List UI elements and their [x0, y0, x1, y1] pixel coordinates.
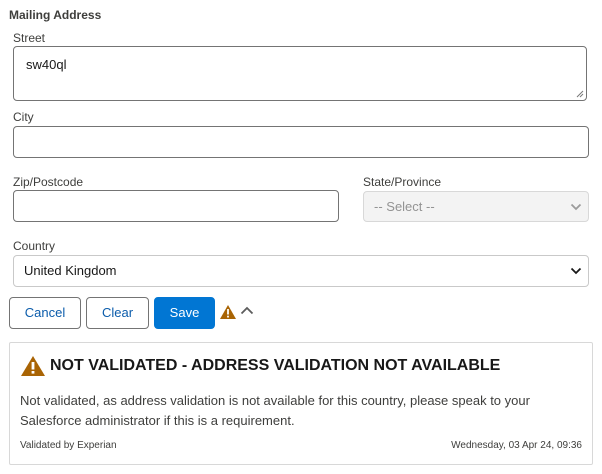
warning-icon	[21, 356, 45, 376]
state-selected-value: -- Select --	[374, 199, 435, 214]
warning-icon[interactable]	[219, 304, 237, 320]
country-select[interactable]: United Kingdom	[13, 255, 589, 287]
chevron-down-icon	[570, 267, 582, 275]
save-button[interactable]: Save	[154, 297, 215, 329]
cancel-button[interactable]: Cancel	[9, 297, 81, 329]
country-label: Country	[13, 239, 56, 253]
street-label: Street	[13, 31, 46, 45]
clear-button[interactable]: Clear	[86, 297, 149, 329]
chevron-down-icon	[570, 203, 582, 210]
validation-message: Not validated, as address validation is …	[20, 393, 530, 428]
validation-timestamp: Wednesday, 03 Apr 24, 09:36	[451, 440, 582, 451]
city-label: City	[13, 110, 34, 124]
chevron-up-icon[interactable]	[240, 306, 254, 315]
street-textarea[interactable]: sw40ql	[13, 46, 587, 101]
validated-by-text: Validated by Experian	[20, 440, 117, 451]
country-selected-value: United Kingdom	[24, 263, 117, 278]
zip-input[interactable]	[13, 190, 339, 222]
zip-label: Zip/Postcode	[13, 175, 84, 189]
resize-grip-icon[interactable]	[576, 90, 584, 98]
section-title: Mailing Address	[9, 8, 102, 22]
mailing-address-form: Mailing Address Street sw40ql City Zip/P…	[0, 0, 602, 474]
validation-title: NOT VALIDATED - ADDRESS VALIDATION NOT A…	[50, 357, 501, 374]
state-select: -- Select --	[363, 191, 589, 222]
street-value: sw40ql	[26, 57, 67, 72]
state-label: State/Province	[363, 175, 442, 189]
validation-panel: NOT VALIDATED - ADDRESS VALIDATION NOT A…	[9, 342, 593, 465]
city-input[interactable]	[13, 126, 589, 158]
